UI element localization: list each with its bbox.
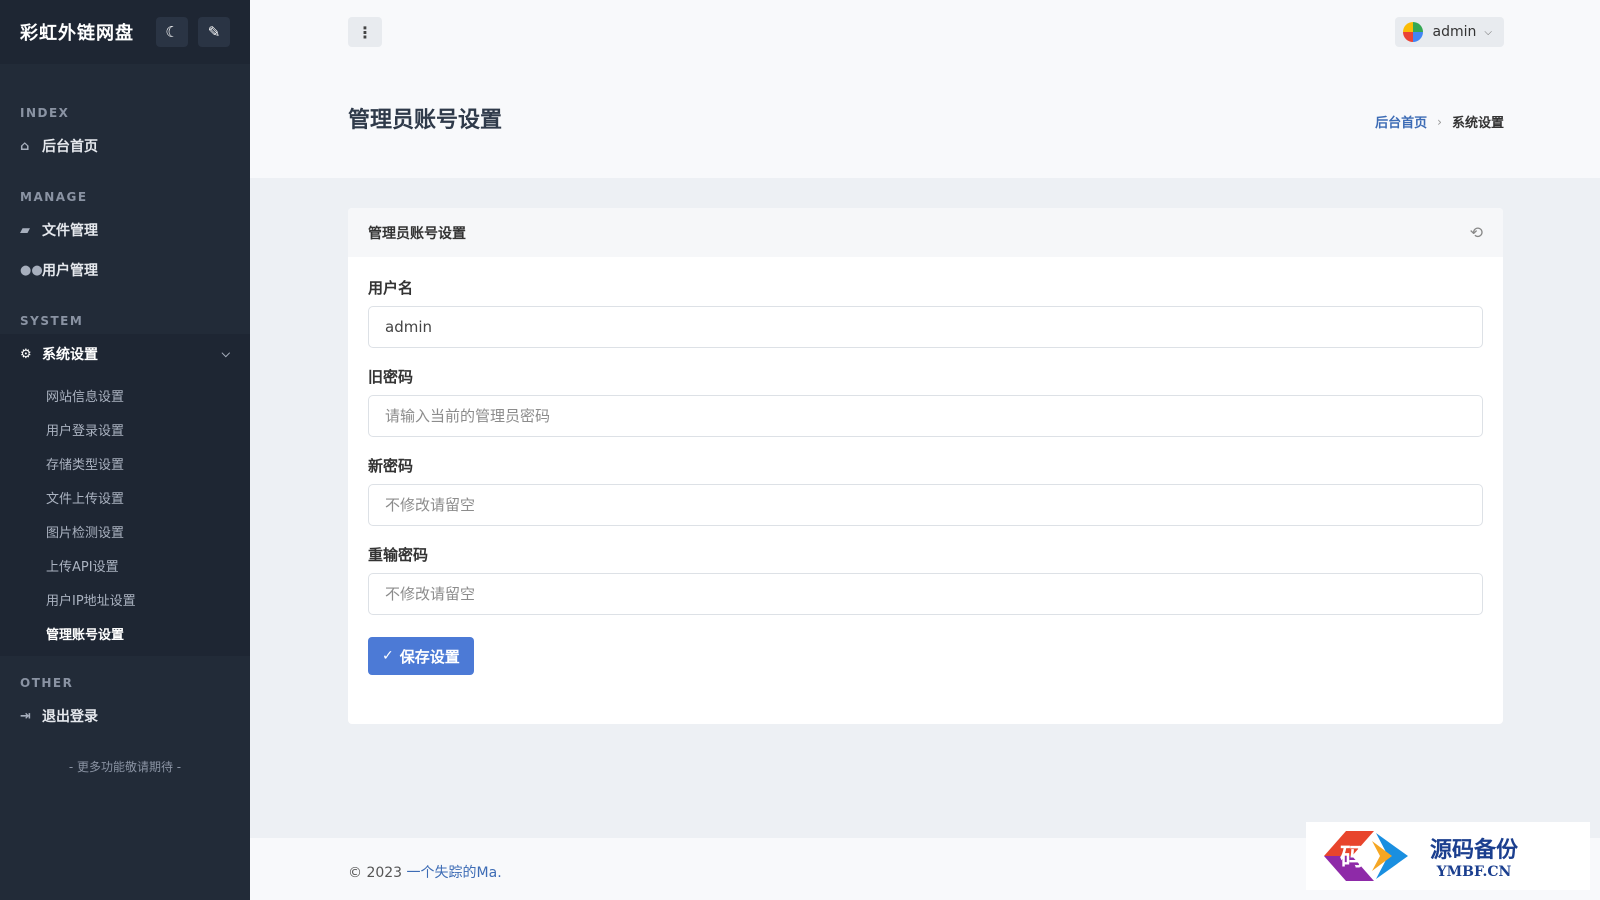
sidebar-item-label: 系统设置 [42,347,98,363]
users-icon: ●● [20,262,43,278]
username-field-group: 用户名 [368,277,1483,348]
brush-icon: ✎ [207,23,221,41]
card-header: 管理员账号设置 ⟲ [348,208,1503,257]
chevron-down-icon: ⌵ [221,347,230,360]
breadcrumb: 后台首页 › 系统设置 [1375,112,1504,132]
copyright: © 2023 一个失踪的Ma. [348,862,502,882]
confirm-password-label: 重输密码 [368,546,429,564]
breadcrumb-current: 系统设置 [1451,116,1504,131]
submenu-item-upload-api[interactable]: 上传API设置 [0,548,250,582]
username-label: admin [1432,24,1477,40]
sidebar-item-label: 文件管理 [42,223,98,239]
watermark-text: 源码备份 YMBF.CN [1430,832,1518,880]
username-label: 用户名 [368,279,414,297]
username-input[interactable] [368,306,1483,348]
user-menu-button[interactable]: admin ⌵ [1394,17,1504,47]
submenu-item-admin-account[interactable]: 管理账号设置 [0,616,250,650]
watermark-cn: 源码备份 [1430,837,1519,863]
breadcrumb-home-link[interactable]: 后台首页 [1375,112,1427,131]
submenu-item-image-check[interactable]: 图片检测设置 [0,514,250,548]
watermark-en: YMBF.CN [1436,864,1512,880]
submenu-item-user-login[interactable]: 用户登录设置 [0,412,250,446]
sidebar-item-label: 后台首页 [42,139,98,155]
watermark: 码 源码备份 YMBF.CN [1306,822,1590,890]
watermark-logo-char: 码 [1340,842,1364,871]
section-other: OTHER [20,676,74,690]
new-password-label: 新密码 [368,457,414,475]
save-button[interactable]: ✓ 保存设置 [368,637,474,675]
sidebar-tagline: - 更多功能敬请期待 - [68,760,182,774]
vertical-dots-icon: ⋮ [357,22,373,42]
submenu-item-site-info[interactable]: 网站信息设置 [0,378,250,412]
sidebar-item-home[interactable]: ⌂ 后台首页 [0,126,250,166]
section-manage: MANAGE [20,190,88,204]
refresh-icon[interactable]: ⟲ [1470,223,1483,242]
copyright-text: © 2023 [348,865,407,881]
old-password-input[interactable] [368,395,1483,437]
home-icon: ⌂ [20,138,30,154]
confirm-password-input[interactable] [368,573,1483,615]
author-link[interactable]: 一个失踪的Ma. [407,865,502,881]
submenu-item-file-upload[interactable]: 文件上传设置 [0,480,250,514]
old-password-label: 旧密码 [368,368,414,386]
section-system: SYSTEM [20,314,84,328]
sidebar-item-logout[interactable]: ⇥ 退出登录 [0,696,250,736]
sidebar-item-settings[interactable]: ⚙ 系统设置 ⌵ [0,334,250,374]
logout-icon: ⇥ [20,708,31,724]
check-icon: ✓ [382,648,394,664]
card-title: 管理员账号设置 [368,225,466,242]
save-button-label: 保存设置 [399,647,460,666]
submenu-item-user-ip[interactable]: 用户IP地址设置 [0,582,250,616]
top-bar: ⋮ admin ⌵ [250,0,1600,64]
confirm-password-field-group: 重输密码 [368,544,1483,615]
card-body: 用户名 旧密码 新密码 重输密码 ✓ 保存设置 [348,257,1503,675]
sidebar-item-label: 用户管理 [42,263,98,279]
chevron-right-icon: › [1437,114,1442,129]
moon-icon: ☾ [165,23,179,41]
watermark-logo: 码 [1324,831,1408,881]
sidebar-header: 彩虹外链网盘 ☾ ✎ [0,0,250,64]
folder-icon: ▰ [20,222,30,238]
section-index: INDEX [20,106,70,120]
old-password-field-group: 旧密码 [368,366,1483,437]
avatar [1402,22,1423,42]
brand-title[interactable]: 彩虹外链网盘 [20,19,146,45]
settings-submenu: 网站信息设置 用户登录设置 存储类型设置 文件上传设置 图片检测设置 上传API… [0,374,250,656]
new-password-field-group: 新密码 [368,455,1483,526]
chevron-down-icon: ⌵ [1484,26,1492,38]
gear-icon: ⚙ [20,346,32,362]
page-hero: 管理员账号设置 后台首页 › 系统设置 [250,64,1600,178]
sidebar: 彩虹外链网盘 ☾ ✎ INDEX ⌂ 后台首页 MANAGE ▰ 文件管理 ●●… [0,0,250,900]
more-menu-button[interactable]: ⋮ [348,17,382,47]
sidebar-item-label: 退出登录 [42,709,98,725]
page-title: 管理员账号设置 [348,108,503,133]
theme-button[interactable]: ✎ [198,17,230,47]
sidebar-item-users[interactable]: ●● 用户管理 [0,250,250,290]
sidebar-item-files[interactable]: ▰ 文件管理 [0,210,250,250]
submenu-item-storage-type[interactable]: 存储类型设置 [0,446,250,480]
new-password-input[interactable] [368,484,1483,526]
admin-account-card: 管理员账号设置 ⟲ 用户名 旧密码 新密码 重输密码 ✓ 保存设置 [348,208,1503,724]
dark-mode-toggle[interactable]: ☾ [156,17,188,47]
